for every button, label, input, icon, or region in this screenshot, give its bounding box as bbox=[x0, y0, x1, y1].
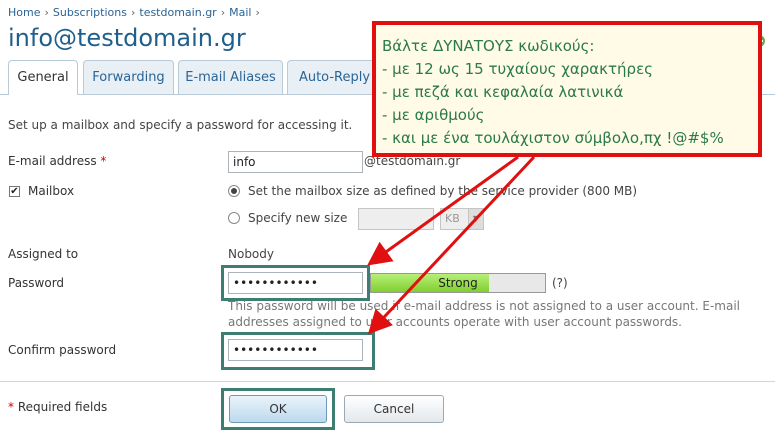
callout-line: Βάλτε ΔΥΝΑΤΟΥΣ κωδικούς: bbox=[382, 37, 595, 55]
callout-line: - και με ένα τουλάχιστον σύμβολο,πχ !@#$… bbox=[382, 129, 724, 147]
callout-line: - με πεζά και κεφαλαία λατινικά bbox=[382, 83, 624, 101]
callout-line: - με 12 ως 15 τυχαίους χαρακτήρες bbox=[382, 60, 653, 78]
password-tips-callout: Βάλτε ΔΥΝΑΤΟΥΣ κωδικούς: - με 12 ως 15 τ… bbox=[372, 21, 762, 157]
callout-line: - με αριθμούς bbox=[382, 106, 485, 124]
tab-general[interactable]: General bbox=[8, 60, 78, 95]
